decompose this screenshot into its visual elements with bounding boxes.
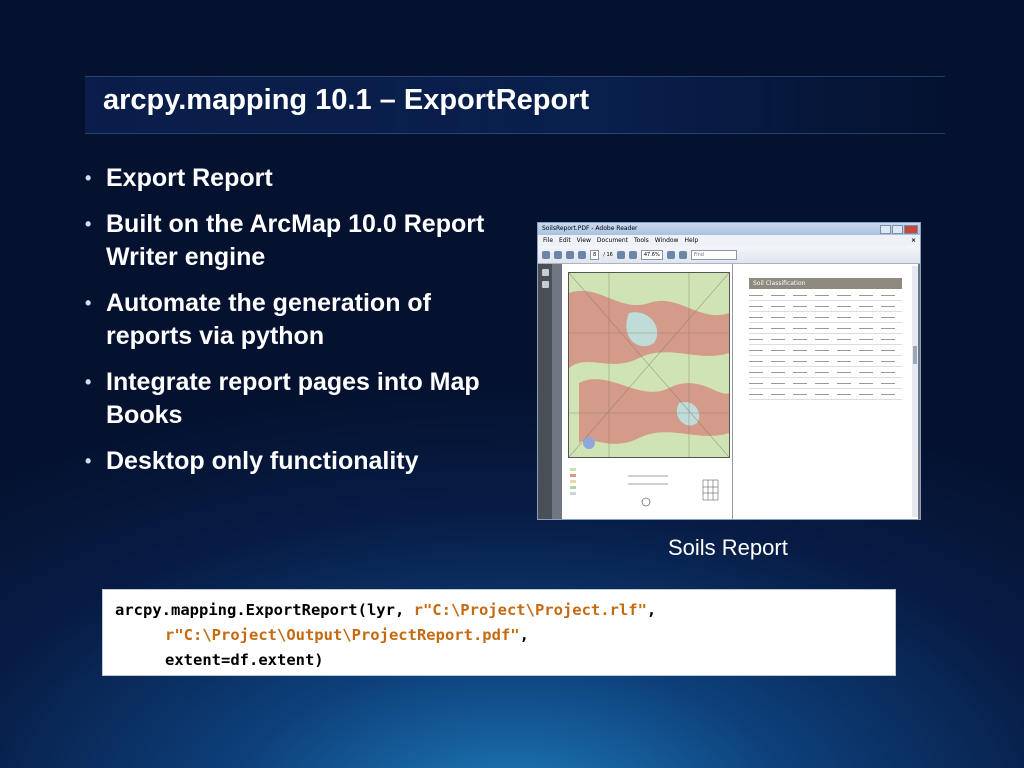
bullet-dot-icon: •: [85, 168, 92, 188]
bullet-item: • Integrate report pages into Map Books: [85, 368, 480, 429]
bullet-item: • Desktop only functionality: [82, 445, 502, 478]
zoom-in-icon[interactable]: [628, 250, 637, 259]
table-row: [749, 314, 902, 323]
print-icon[interactable]: [542, 250, 550, 259]
menu-tools[interactable]: Tools: [634, 235, 649, 246]
previous-page-icon[interactable]: [566, 250, 574, 259]
minimize-icon[interactable]: [880, 225, 891, 234]
menu-file[interactable]: File: [543, 235, 553, 246]
bullet-dot-icon: •: [85, 372, 92, 392]
find-input[interactable]: Find: [690, 249, 737, 260]
table-row: [749, 336, 902, 345]
table-row: [749, 358, 902, 367]
zoom-out-icon[interactable]: [616, 250, 625, 259]
maximize-icon[interactable]: [892, 225, 903, 234]
layers-icon[interactable]: [541, 281, 549, 288]
close-icon[interactable]: [904, 225, 918, 234]
adobe-reader-screenshot: SoilsReport.PDF - Adobe Reader File Edit…: [537, 222, 921, 520]
reader-titlebar: SoilsReport.PDF - Adobe Reader: [538, 223, 920, 235]
bullet-list: • Export Report • Built on the ArcMap 10.0…: [82, 162, 502, 491]
email-icon[interactable]: [554, 250, 562, 259]
pdf-page: Soil Classification: [562, 264, 918, 519]
table-row: [749, 303, 902, 312]
table-row: [749, 391, 902, 400]
reader-navigation-panel: [538, 264, 552, 519]
code-line2-suffix: ,: [519, 626, 529, 644]
map-legend: [568, 462, 728, 514]
code-line3: extent=df.extent): [165, 651, 324, 669]
page-number-input[interactable]: 8: [590, 249, 600, 260]
table-row: [749, 325, 902, 334]
zoom-level-input[interactable]: 47.6%: [640, 249, 663, 260]
code-line2-string: r"C:\Project\Output\ProjectReport.pdf": [165, 626, 520, 644]
bullet-dot-icon: •: [85, 451, 92, 471]
reader-menubar: File Edit View Document Tools Window Hel…: [538, 235, 920, 246]
table-row: [749, 292, 902, 301]
menu-help[interactable]: Help: [684, 235, 698, 246]
table-row: [749, 369, 902, 378]
pages-icon[interactable]: [541, 269, 549, 276]
code-line1-suffix: ,: [646, 601, 657, 619]
page-total: / 16: [603, 251, 613, 258]
reader-window-title: SoilsReport.PDF - Adobe Reader: [542, 225, 638, 232]
reader-toolbar: 8 / 16 47.6% Find: [538, 246, 920, 264]
screenshot-caption: Soils Report: [668, 535, 788, 560]
code-line2: r"C:\Project\Output\ProjectReport.pdf",: [115, 623, 883, 648]
table-row: [749, 347, 902, 356]
soil-classification-table: Soil Classification: [733, 264, 918, 519]
vertical-scrollbar[interactable]: [912, 266, 918, 517]
table-title: Soil Classification: [749, 278, 902, 289]
code-line1-string: r"C:\Project\Project.rlf": [413, 601, 647, 619]
code-snippet: arcpy.mapping.ExportReport(lyr, r"C:\Pro…: [102, 589, 896, 676]
menu-document[interactable]: Document: [597, 235, 628, 246]
menu-view[interactable]: View: [577, 235, 591, 246]
bullet-dot-icon: •: [85, 293, 92, 313]
bullet-item: • Export Report: [82, 162, 502, 195]
close-document-icon[interactable]: ×: [911, 235, 916, 246]
fit-width-icon[interactable]: [678, 250, 687, 259]
menu-edit[interactable]: Edit: [559, 235, 571, 246]
next-page-icon[interactable]: [578, 250, 586, 259]
soils-map-image: [568, 272, 730, 458]
bullet-item: • Built on the ArcMap 10.0 Report Writer …: [85, 210, 485, 271]
bullet-item: • Automate the generation of reports via …: [85, 289, 432, 350]
fit-page-icon[interactable]: [666, 250, 675, 259]
code-line1-prefix: arcpy.mapping.ExportReport(lyr,: [115, 601, 414, 619]
bullet-dot-icon: •: [85, 214, 92, 234]
menu-window[interactable]: Window: [655, 235, 679, 246]
table-row: [749, 380, 902, 389]
slide-title: arcpy.mapping 10.1 – ExportReport: [103, 84, 590, 116]
